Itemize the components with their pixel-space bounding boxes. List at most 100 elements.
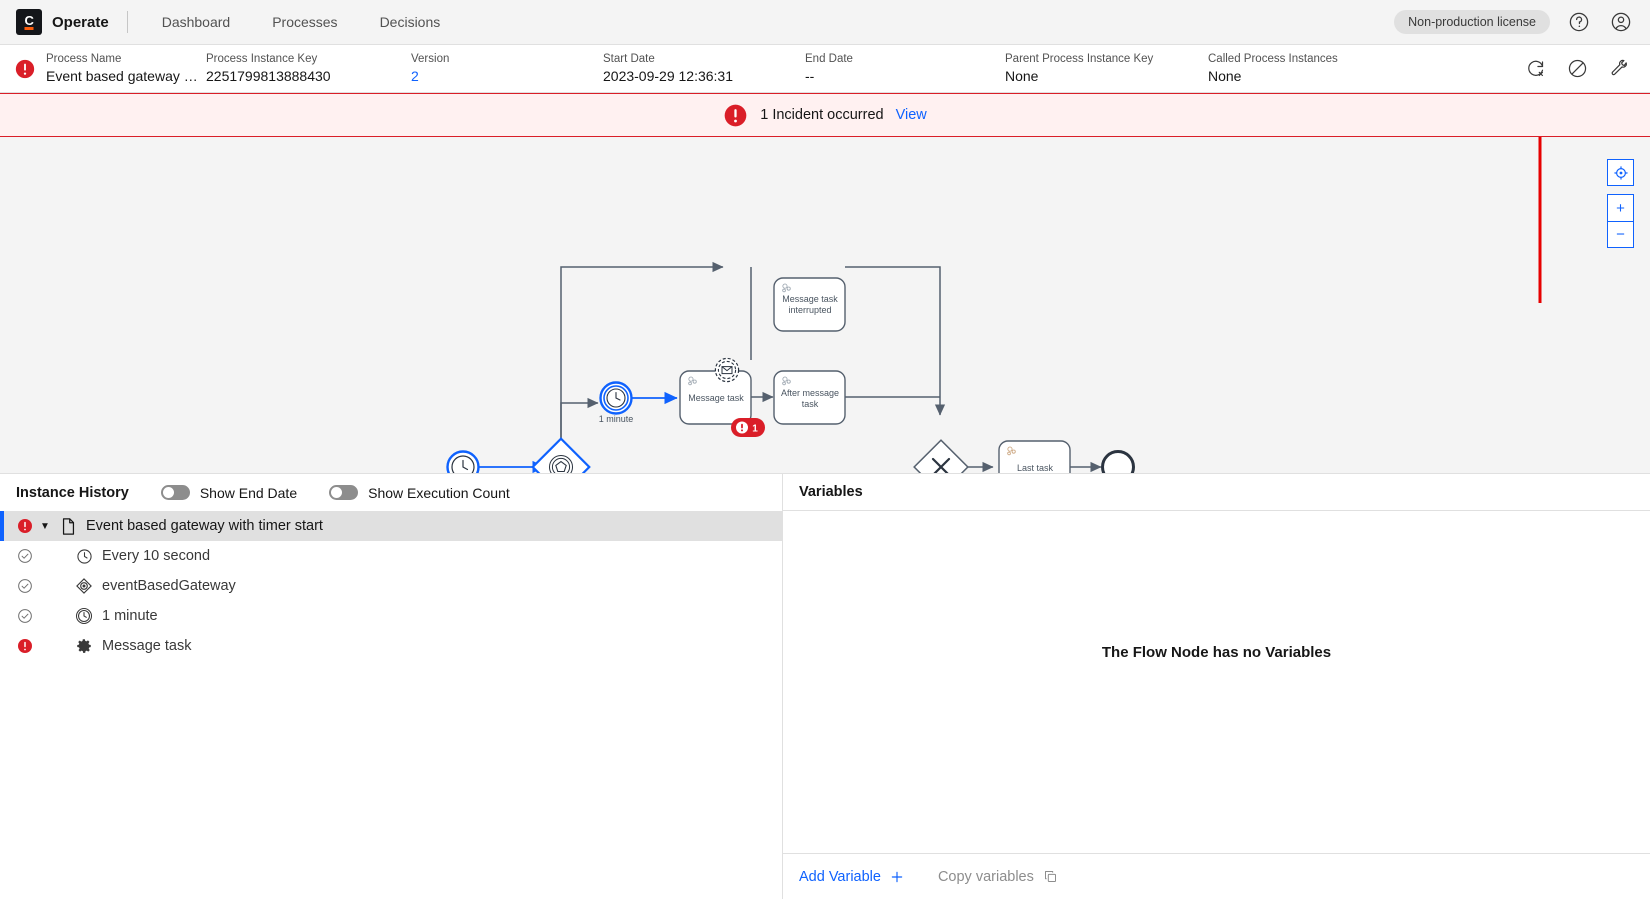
node-event-based-gateway	[533, 439, 590, 474]
expand-collapse-caret[interactable]: ▼	[36, 521, 54, 532]
copy-variables-button[interactable]: Copy variables	[938, 869, 1058, 885]
incident-error-icon	[14, 518, 36, 534]
nav-link-decisions[interactable]: Decisions	[380, 14, 441, 30]
panel-title: Instance History	[16, 485, 129, 501]
tree-row-label: Message task	[102, 638, 191, 654]
app-name: Operate	[52, 14, 109, 31]
completed-check-icon	[14, 578, 36, 594]
svg-text:interrupted: interrupted	[788, 305, 831, 315]
node-exclusive-gateway	[914, 440, 968, 474]
user-avatar-icon[interactable]	[1608, 9, 1634, 35]
variables-footer: Add Variable Copy variables	[783, 853, 1650, 899]
svg-text:Last task: Last task	[1017, 463, 1054, 473]
intermediate-timer-event-icon	[72, 607, 96, 625]
incident-error-icon	[14, 58, 36, 80]
variables-panel: Variables The Flow Node has no Variables…	[783, 474, 1650, 899]
meta-called-process-instances: Called Process Instances None	[1208, 52, 1398, 86]
incident-message: 1 Incident occurred	[760, 107, 883, 123]
incident-banner: 1 Incident occurred View	[0, 93, 1650, 137]
meta-value: 2251799813888430	[206, 67, 411, 86]
bottom-panels: Instance History Show End Date Show Exec…	[0, 474, 1650, 899]
instance-action-buttons	[1522, 56, 1636, 82]
process-document-icon	[56, 518, 80, 535]
meta-process-name: Process Name Event based gateway with ti…	[46, 52, 206, 86]
meta-start-date: Start Date 2023-09-29 12:36:31	[603, 52, 805, 86]
meta-label: Version	[411, 52, 603, 67]
meta-value: --	[805, 67, 1005, 86]
variables-empty-message: The Flow Node has no Variables	[1102, 644, 1331, 661]
tree-row-one-minute[interactable]: 1 minute	[0, 601, 782, 631]
toggle-label: Show Execution Count	[368, 485, 510, 501]
meta-parent-process-instance-key: Parent Process Instance Key None	[1005, 52, 1208, 86]
top-navigation-bar: C Operate Dashboard Processes Decisions …	[0, 0, 1650, 45]
tree-row-label: 1 minute	[102, 608, 158, 624]
variables-body: The Flow Node has no Variables	[783, 511, 1650, 853]
bpmn-diagram-canvas[interactable]: Every 10 second 1 minute Message task in…	[0, 137, 1650, 474]
bpmn-diagram-svg: Every 10 second 1 minute Message task in…	[0, 137, 1650, 474]
tree-row-every-10-second[interactable]: Every 10 second	[0, 541, 782, 571]
plus-icon	[890, 870, 904, 884]
tree-row-event-based-gateway[interactable]: eventBasedGateway	[0, 571, 782, 601]
meta-version: Version 2	[411, 52, 603, 86]
add-variable-button[interactable]: Add Variable	[799, 869, 904, 885]
meta-label: Process Name	[46, 52, 206, 67]
brand-logo[interactable]: C Operate	[16, 9, 127, 35]
nav-link-processes[interactable]: Processes	[272, 14, 337, 30]
zoom-in-button[interactable]: +	[1607, 194, 1634, 221]
license-badge: Non-production license	[1394, 10, 1550, 34]
topnav-right-group: Non-production license	[1394, 9, 1634, 35]
camunda-logo-icon: C	[16, 9, 42, 35]
meta-label: Parent Process Instance Key	[1005, 52, 1208, 67]
svg-text:Message task: Message task	[782, 294, 838, 304]
toggle-knob	[331, 487, 342, 498]
toggle-label: Show End Date	[200, 485, 297, 501]
toggle-switch[interactable]	[329, 485, 358, 500]
tree-row-process[interactable]: ▼ Event based gateway with timer start	[0, 511, 782, 541]
completed-check-icon	[14, 608, 36, 624]
meta-label: Process Instance Key	[206, 52, 411, 67]
logo-bar	[25, 27, 34, 30]
meta-process-instance-key: Process Instance Key 2251799813888430	[206, 52, 411, 86]
meta-value: None	[1005, 67, 1208, 86]
node-message-task-interrupted: Message task interrupted	[774, 278, 845, 331]
process-instance-header: Process Name Event based gateway with ti…	[0, 45, 1650, 93]
svg-text:task: task	[802, 399, 819, 409]
incident-error-icon	[14, 638, 36, 654]
nav-divider	[127, 11, 128, 33]
toggle-switch[interactable]	[161, 485, 190, 500]
reset-zoom-button[interactable]	[1607, 159, 1634, 186]
meta-label: Called Process Instances	[1208, 52, 1398, 67]
node-last-task: Last task	[999, 441, 1070, 474]
nav-links: Dashboard Processes Decisions	[162, 14, 441, 30]
event-based-gateway-icon	[72, 577, 96, 595]
nav-link-dashboard[interactable]: Dashboard	[162, 14, 231, 30]
toggle-show-execution-count[interactable]: Show Execution Count	[329, 485, 510, 501]
incident-badge: 1	[731, 418, 765, 437]
zoom-out-button[interactable]: −	[1607, 221, 1634, 248]
retry-instance-icon[interactable]	[1522, 56, 1548, 82]
toggle-show-end-date[interactable]: Show End Date	[161, 485, 297, 501]
incident-view-link[interactable]: View	[896, 107, 927, 123]
add-variable-label: Add Variable	[799, 869, 881, 885]
version-link[interactable]: 2	[411, 67, 603, 86]
svg-text:1: 1	[752, 424, 758, 435]
instance-history-header: Instance History Show End Date Show Exec…	[0, 474, 782, 511]
meta-value: 2023-09-29 12:36:31	[603, 67, 805, 86]
svg-text:1 minute: 1 minute	[599, 414, 634, 424]
variables-header: Variables	[783, 474, 1650, 511]
help-circle-icon[interactable]	[1566, 9, 1592, 35]
instance-history-tree: ▼ Event based gateway with timer start	[0, 511, 782, 661]
svg-text:After message: After message	[781, 388, 839, 398]
completed-check-icon	[14, 548, 36, 564]
cancel-instance-icon[interactable]	[1564, 56, 1590, 82]
svg-text:Message task: Message task	[688, 393, 744, 403]
meta-label: End Date	[805, 52, 1005, 67]
meta-value: None	[1208, 67, 1398, 86]
meta-value: Event based gateway with tim...	[46, 67, 206, 86]
panel-title: Variables	[799, 484, 863, 500]
tree-row-label: Every 10 second	[102, 548, 210, 564]
modify-instance-icon[interactable]	[1606, 56, 1632, 82]
diagram-zoom-controls: + −	[1607, 159, 1634, 248]
tree-row-message-task[interactable]: Message task	[0, 631, 782, 661]
copy-variables-label: Copy variables	[938, 869, 1034, 885]
